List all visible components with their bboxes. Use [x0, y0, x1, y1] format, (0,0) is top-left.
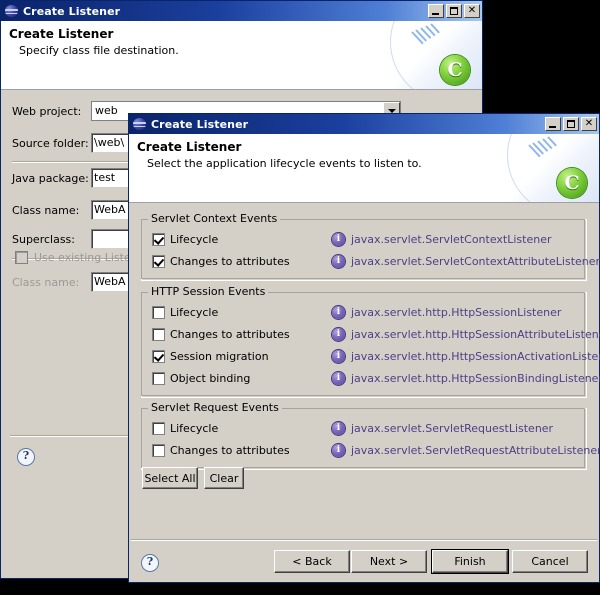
checkbox-label-session-lifecycle: Lifecycle: [170, 306, 219, 319]
checkbox-label-object-binding: Object binding: [170, 372, 251, 385]
source-folder-label: Source folder:: [12, 137, 89, 150]
checkbox-row-session-lifecycle[interactable]: Lifecycle: [152, 306, 218, 319]
info-icon: i: [332, 422, 345, 435]
checkbox-label-session-migration: Session migration: [170, 350, 269, 363]
background-help-icon[interactable]: ?: [17, 448, 35, 466]
checkbox-label-context-attributes: Changes to attributes: [170, 255, 290, 268]
background-window-controls: ✕: [428, 4, 480, 18]
globe-icon: [4, 4, 19, 18]
checkbox-label-request-lifecycle: Lifecycle: [170, 422, 219, 435]
checkbox-context-lifecycle[interactable]: [152, 233, 165, 246]
listener-class-context-attributes: javax.servlet.ServletContextAttributeLis…: [351, 255, 600, 268]
background-banner: C Create Listener Specify class file des…: [1, 21, 482, 90]
dialog-titlebar[interactable]: Create Listener ✕: [129, 114, 599, 134]
dialog-banner: C Create Listener Select the application…: [129, 134, 599, 203]
checkbox-session-lifecycle[interactable]: [152, 306, 165, 319]
info-icon: i: [332, 255, 345, 268]
class-name-label: Class name:: [12, 204, 80, 217]
green-c-logo: C: [440, 55, 470, 85]
listener-class-session-lifecycle: javax.servlet.http.HttpSessionListener: [351, 306, 562, 319]
checkbox-session-attributes[interactable]: [152, 328, 165, 341]
cancel-button[interactable]: Cancel: [512, 550, 588, 573]
background-banner-art: C: [390, 21, 482, 89]
checkbox-label-context-lifecycle: Lifecycle: [170, 233, 219, 246]
listener-row-request-lifecycle: i javax.servlet.ServletRequestListener: [332, 422, 553, 435]
listener-class-object-binding: javax.servlet.http.HttpSessionBindingLis…: [351, 372, 600, 385]
dialog-title: Create Listener: [151, 117, 249, 131]
motion-rays-icon: [411, 23, 446, 59]
listener-row-session-migration: i javax.servlet.http.HttpSessionActivati…: [332, 350, 600, 363]
checkbox-request-lifecycle[interactable]: [152, 422, 165, 435]
dialog-banner-art: C: [507, 134, 599, 202]
listener-row-context-lifecycle: i javax.servlet.ServletContextListener: [332, 233, 552, 246]
motion-rays-icon: [528, 136, 563, 172]
checkbox-label-session-attributes: Changes to attributes: [170, 328, 290, 341]
background-window-title: Create Listener: [23, 4, 121, 18]
info-icon: i: [332, 306, 345, 319]
minimize-icon[interactable]: [428, 4, 444, 18]
dialog-window-controls: ✕: [545, 117, 597, 131]
globe-icon: [132, 117, 147, 131]
info-icon: i: [332, 444, 345, 457]
dialog-footer-divider: [131, 539, 597, 541]
listener-class-request-attributes: javax.servlet.ServletRequestAttributeLis…: [351, 444, 600, 457]
use-existing-listener-checkbox[interactable]: [15, 251, 28, 264]
superclass-label: Superclass:: [12, 233, 75, 246]
finish-button[interactable]: Finish: [431, 549, 509, 574]
next-button[interactable]: Next >: [351, 550, 427, 573]
listener-class-session-migration: javax.servlet.http.HttpSessionActivation…: [351, 350, 600, 363]
web-project-label: Web project:: [12, 105, 82, 118]
group-servlet-context-events: Servlet Context Events Lifecycle i javax…: [141, 213, 600, 281]
listener-class-session-attributes: javax.servlet.http.HttpSessionAttributeL…: [351, 328, 600, 341]
listener-row-object-binding: i javax.servlet.http.HttpSessionBindingL…: [332, 372, 600, 385]
listener-row-request-attributes: i javax.servlet.ServletRequestAttributeL…: [332, 444, 600, 457]
java-package-label: Java package:: [12, 172, 89, 185]
checkbox-row-session-migration[interactable]: Session migration: [152, 350, 269, 363]
checkbox-row-context-attributes[interactable]: Changes to attributes: [152, 255, 290, 268]
maximize-icon[interactable]: [563, 117, 579, 131]
info-icon: i: [332, 350, 345, 363]
listener-class-request-lifecycle: javax.servlet.ServletRequestListener: [351, 422, 554, 435]
listener-class-context-lifecycle: javax.servlet.ServletContextListener: [351, 233, 552, 246]
close-icon[interactable]: ✕: [464, 4, 480, 18]
info-icon: i: [332, 233, 345, 246]
group-servlet-context-events-legend: Servlet Context Events: [148, 213, 281, 225]
dialog-help-icon[interactable]: ?: [141, 554, 159, 572]
checkbox-row-object-binding[interactable]: Object binding: [152, 372, 250, 385]
close-icon[interactable]: ✕: [581, 117, 597, 131]
green-c-logo: C: [557, 168, 587, 198]
listener-row-session-attributes: i javax.servlet.http.HttpSessionAttribut…: [332, 328, 600, 341]
back-button[interactable]: < Back: [274, 550, 350, 573]
background-window-titlebar[interactable]: Create Listener ✕: [1, 1, 482, 21]
checkbox-context-attributes[interactable]: [152, 255, 165, 268]
checkbox-label-request-attributes: Changes to attributes: [170, 444, 290, 457]
foreground-dialog-create-listener[interactable]: Create Listener ✕ C Create Listener Sele…: [128, 113, 600, 583]
maximize-icon[interactable]: [446, 4, 462, 18]
listener-row-context-attributes: i javax.servlet.ServletContextAttributeL…: [332, 255, 600, 268]
select-all-button[interactable]: Select All: [142, 467, 198, 489]
checkbox-request-attributes[interactable]: [152, 444, 165, 457]
group-servlet-request-events: Servlet Request Events Lifecycle i javax…: [141, 402, 600, 470]
checkbox-object-binding[interactable]: [152, 372, 165, 385]
group-http-session-events-legend: HTTP Session Events: [148, 286, 269, 298]
clear-button[interactable]: Clear: [204, 467, 244, 489]
info-icon: i: [332, 328, 345, 341]
group-http-session-events: HTTP Session Events Lifecycle i javax.se…: [141, 286, 600, 398]
listener-row-session-lifecycle: i javax.servlet.http.HttpSessionListener: [332, 306, 561, 319]
minimize-icon[interactable]: [545, 117, 561, 131]
group-servlet-request-events-legend: Servlet Request Events: [148, 402, 282, 414]
checkbox-row-session-attributes[interactable]: Changes to attributes: [152, 328, 290, 341]
checkbox-row-request-lifecycle[interactable]: Lifecycle: [152, 422, 218, 435]
checkbox-row-request-attributes[interactable]: Changes to attributes: [152, 444, 290, 457]
existing-class-name-label: Class name:: [12, 276, 80, 289]
checkbox-session-migration[interactable]: [152, 350, 165, 363]
info-icon: i: [332, 372, 345, 385]
checkbox-row-context-lifecycle[interactable]: Lifecycle: [152, 233, 218, 246]
